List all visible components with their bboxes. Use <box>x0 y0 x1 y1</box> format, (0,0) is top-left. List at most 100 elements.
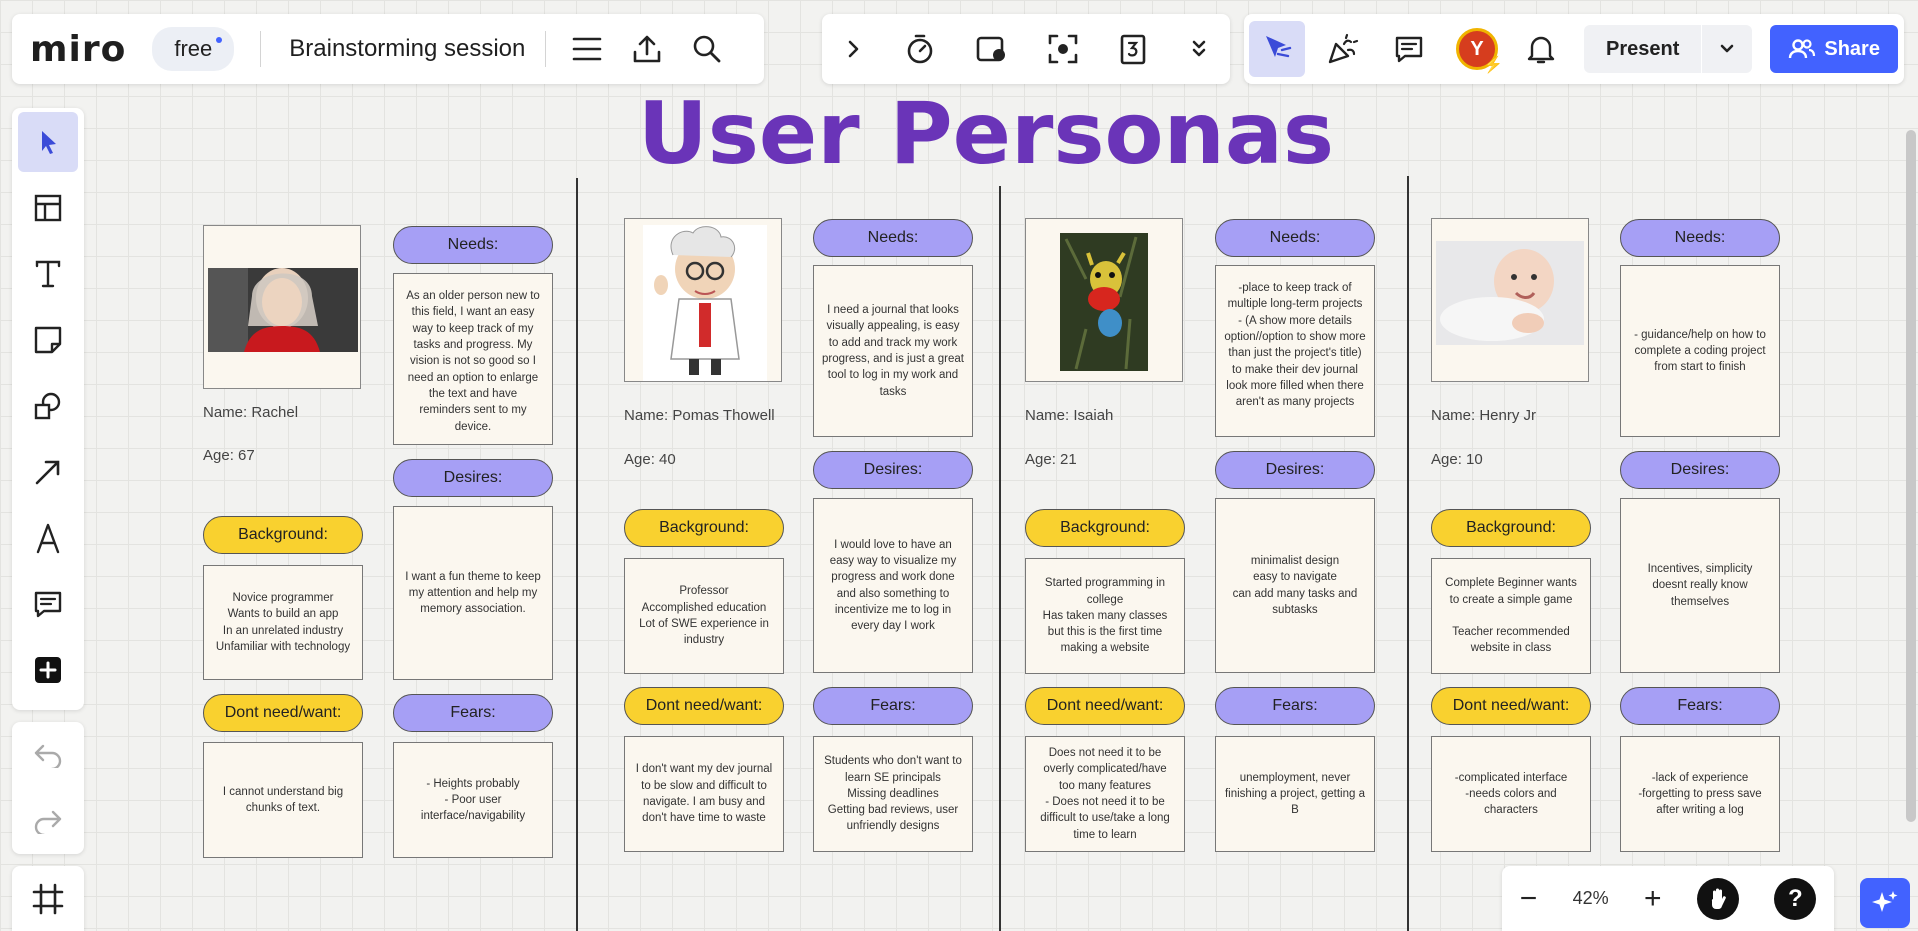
fears-note[interactable]: - Heights probably - Poor user interface… <box>393 742 553 858</box>
board-heading[interactable]: User Personas <box>0 84 1918 184</box>
avatar-initial: Y <box>1470 37 1484 60</box>
column-divider[interactable] <box>999 186 1001 931</box>
desires-label[interactable]: Desires: <box>813 451 973 489</box>
export-icon[interactable] <box>632 34 662 64</box>
shapes-tool[interactable] <box>18 376 78 436</box>
persona-name[interactable]: Name: Pomas Thowell <box>624 407 775 424</box>
dont-need-note[interactable]: I cannot understand big chunks of text. <box>203 742 363 858</box>
persona-name[interactable]: Name: Rachel <box>203 404 298 421</box>
sparkle-icon <box>1872 891 1898 912</box>
templates-tool[interactable] <box>18 178 78 238</box>
undo-icon[interactable] <box>33 742 63 768</box>
board-title[interactable]: Brainstorming session <box>289 35 525 63</box>
background-note[interactable]: Complete Beginner wants to create a simp… <box>1431 558 1591 674</box>
redo-icon[interactable] <box>33 808 63 834</box>
dont-need-label[interactable]: Dont need/want: <box>1025 687 1185 725</box>
persona-age[interactable]: Age: 67 <box>203 447 255 464</box>
menu-icon[interactable] <box>572 36 602 62</box>
dont-need-note[interactable]: I don't want my dev journal to be slow a… <box>624 736 784 852</box>
sticky-note-tool[interactable] <box>18 310 78 370</box>
zoom-level[interactable]: 42% <box>1573 888 1609 909</box>
persona-age[interactable]: Age: 40 <box>624 451 676 468</box>
chevron-right-icon[interactable] <box>841 37 865 61</box>
vertical-scrollbar[interactable] <box>1906 130 1916 822</box>
needs-note[interactable]: -place to keep track of multiple long-te… <box>1215 265 1375 437</box>
fears-note[interactable]: -lack of experience -forgetting to press… <box>1620 736 1780 852</box>
text-tool[interactable] <box>18 244 78 304</box>
background-label[interactable]: Background: <box>1025 509 1185 547</box>
fears-label[interactable]: Fears: <box>393 694 553 732</box>
column-divider[interactable] <box>576 178 578 931</box>
background-note[interactable]: Novice programmer Wants to build an app … <box>203 565 363 680</box>
ai-assist-button[interactable] <box>1860 878 1910 928</box>
share-label: Share <box>1824 37 1880 60</box>
fears-note[interactable]: Students who don't want to learn SE prin… <box>813 736 973 852</box>
plan-badge[interactable]: free <box>152 27 235 71</box>
desires-label[interactable]: Desires: <box>1215 451 1375 489</box>
separator <box>260 31 262 67</box>
comments-button[interactable] <box>1381 21 1437 77</box>
zoom-out-button[interactable]: − <box>1520 882 1538 916</box>
needs-label[interactable]: Needs: <box>813 219 973 257</box>
timer-icon[interactable] <box>904 33 936 65</box>
help-button[interactable]: ? <box>1774 877 1817 920</box>
dont-need-note[interactable]: Does not need it to be overly complicate… <box>1025 736 1185 852</box>
desires-note[interactable]: I would love to have an easy way to visu… <box>813 498 973 673</box>
dont-need-label[interactable]: Dont need/want: <box>203 694 363 732</box>
dont-need-label[interactable]: Dont need/want: <box>1431 687 1591 725</box>
background-note[interactable]: Professor Accomplished education Lot of … <box>624 558 784 674</box>
dont-need-label[interactable]: Dont need/want: <box>624 687 784 725</box>
miro-logo[interactable]: miro <box>30 29 126 70</box>
fears-label[interactable]: Fears: <box>1215 687 1375 725</box>
more-apps-tool[interactable] <box>18 640 78 700</box>
desires-note[interactable]: I want a fun theme to keep my attention … <box>393 506 553 680</box>
persona-photo[interactable] <box>203 225 361 389</box>
present-button[interactable]: Present <box>1584 25 1701 73</box>
desires-note[interactable]: Incentives, simplicity doesnt really kno… <box>1620 498 1780 673</box>
background-note[interactable]: Started programming in college Has taken… <box>1025 558 1185 674</box>
video-chat-icon[interactable] <box>975 33 1009 65</box>
persona-photo[interactable] <box>1431 218 1589 382</box>
fears-label[interactable]: Fears: <box>813 687 973 725</box>
persona-name[interactable]: Name: Isaiah <box>1025 407 1113 424</box>
professor-cartoon-image <box>643 225 767 381</box>
pen-tool[interactable] <box>18 508 78 568</box>
desires-label[interactable]: Desires: <box>1620 451 1780 489</box>
needs-label[interactable]: Needs: <box>1620 219 1780 257</box>
needs-note[interactable]: I need a journal that looks visually app… <box>813 265 973 437</box>
persona-age[interactable]: Age: 21 <box>1025 451 1077 468</box>
desires-label[interactable]: Desires: <box>393 459 553 497</box>
bell-icon[interactable] <box>1526 33 1556 65</box>
present-options-button[interactable] <box>1701 25 1752 73</box>
comment-tool[interactable] <box>18 574 78 634</box>
voting-icon[interactable] <box>1118 33 1148 65</box>
desires-note[interactable]: minimalist design easy to navigate can a… <box>1215 498 1375 673</box>
reactions-button[interactable] <box>1315 21 1371 77</box>
persona-age[interactable]: Age: 10 <box>1431 451 1483 468</box>
search-icon[interactable] <box>692 34 722 64</box>
background-label[interactable]: Background: <box>624 509 784 547</box>
background-label[interactable]: Background: <box>1431 509 1591 547</box>
zoom-in-button[interactable]: + <box>1644 882 1662 916</box>
dont-need-note[interactable]: -complicated interface -needs colors and… <box>1431 736 1591 852</box>
needs-label[interactable]: Needs: <box>393 226 553 264</box>
persona-photo[interactable] <box>624 218 782 382</box>
cursor-presence-button[interactable] <box>1249 21 1305 77</box>
needs-label[interactable]: Needs: <box>1215 219 1375 257</box>
column-divider[interactable] <box>1407 176 1409 931</box>
fears-note[interactable]: unemployment, never finishing a project,… <box>1215 736 1375 852</box>
persona-name[interactable]: Name: Henry Jr <box>1431 407 1536 424</box>
double-chevron-down-icon[interactable] <box>1187 37 1211 61</box>
hand-tool-button[interactable] <box>1696 877 1739 920</box>
focus-icon[interactable] <box>1047 33 1079 65</box>
connection-line-tool[interactable] <box>18 442 78 502</box>
background-label[interactable]: Background: <box>203 516 363 554</box>
persona-photo[interactable] <box>1025 218 1183 382</box>
user-avatar[interactable]: Y ⚡ <box>1456 28 1503 74</box>
needs-note[interactable]: - guidance/help on how to complete a cod… <box>1620 265 1780 437</box>
frames-button[interactable] <box>12 866 84 931</box>
separator <box>545 31 547 67</box>
fears-label[interactable]: Fears: <box>1620 687 1780 725</box>
share-button[interactable]: Share <box>1770 25 1898 73</box>
needs-note[interactable]: As an older person new to this field, I … <box>393 273 553 445</box>
